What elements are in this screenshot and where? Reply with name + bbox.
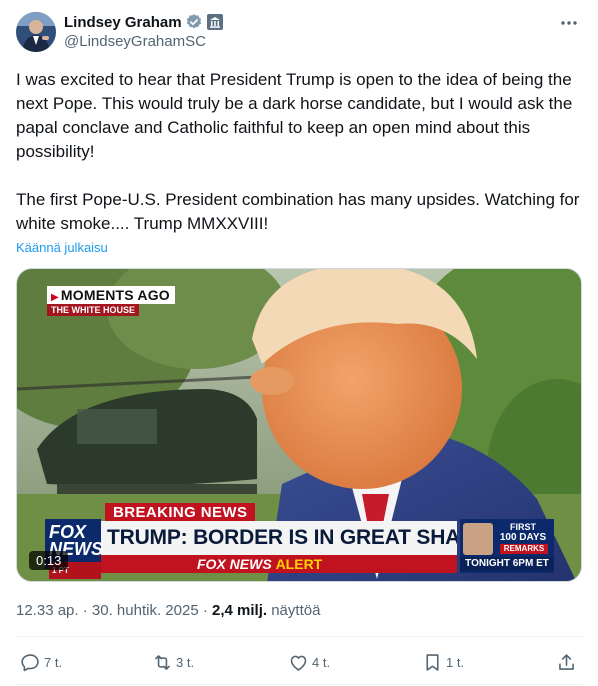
post-time[interactable]: 12.33 ap. bbox=[16, 602, 79, 619]
promo-remarks-label: REMARKS bbox=[500, 544, 548, 554]
reply-count: 7 t. bbox=[44, 654, 63, 670]
promo-portrait bbox=[463, 523, 493, 555]
more-options-button[interactable] bbox=[556, 12, 582, 34]
bookmark-icon bbox=[426, 653, 439, 671]
bookmark-count: 1 t. bbox=[446, 654, 465, 670]
chyron-headline: TRUMP: BORDER IS IN GREAT SHAPE bbox=[101, 521, 457, 555]
promo-first-label: FIRST bbox=[510, 522, 536, 532]
more-dots-icon bbox=[561, 21, 577, 25]
share-button[interactable] bbox=[556, 648, 577, 676]
video-player[interactable]: ▶ MOMENTS AGO THE WHITE HOUSE BREAKING NE… bbox=[16, 268, 582, 582]
reply-icon bbox=[21, 653, 39, 671]
first-100-days-promo: FIRST 100 DAYS REMARKS TONIGHT 6PM ET bbox=[460, 519, 554, 573]
repost-button[interactable]: 3 t. bbox=[152, 648, 194, 676]
divider bbox=[16, 684, 582, 685]
author-names: Lindsey Graham @LindseyGrahamSC bbox=[64, 12, 223, 54]
tweet: Lindsey Graham @LindseyGrahamSC I was ex… bbox=[0, 0, 598, 686]
promo-days-label: 100 DAYS bbox=[499, 532, 547, 543]
video-duration: 0:13 bbox=[29, 551, 69, 570]
tweet-text: I was excited to hear that President Tru… bbox=[16, 68, 586, 236]
repost-icon bbox=[155, 654, 170, 670]
like-count: 4 t. bbox=[312, 654, 331, 670]
share-icon bbox=[559, 653, 574, 670]
tweet-header: Lindsey Graham @LindseyGrahamSC bbox=[16, 12, 582, 54]
like-button[interactable]: 4 t. bbox=[288, 648, 330, 676]
author-handle[interactable]: @LindseyGrahamSC bbox=[64, 32, 223, 52]
divider bbox=[16, 636, 582, 637]
translate-post-link[interactable]: Käännä julkaisu bbox=[16, 240, 108, 255]
views-count: 2,4 milj. bbox=[212, 602, 268, 619]
fox-news-alert-bar: FOX NEWS ALERT bbox=[101, 555, 457, 573]
location-label: THE WHITE HOUSE bbox=[47, 304, 140, 316]
government-building-icon[interactable] bbox=[206, 14, 223, 30]
repost-count: 3 t. bbox=[176, 654, 195, 670]
avatar[interactable] bbox=[16, 12, 56, 52]
moments-ago-label: ▶ MOMENTS AGO bbox=[47, 286, 175, 304]
verified-badge-icon[interactable] bbox=[185, 13, 203, 31]
promo-time-label: TONIGHT 6PM ET bbox=[460, 557, 554, 571]
author-display-name[interactable]: Lindsey Graham bbox=[64, 14, 182, 31]
tweet-actions: 7 t. 3 t. 4 t. 1 t. bbox=[16, 648, 582, 676]
meta-separator: · bbox=[82, 602, 88, 619]
views-label: näyttöä bbox=[271, 602, 321, 619]
tweet-paragraph: I was excited to hear that President Tru… bbox=[16, 70, 573, 161]
reply-button[interactable]: 7 t. bbox=[20, 648, 62, 676]
heart-icon bbox=[290, 655, 307, 671]
breaking-news-label: BREAKING NEWS bbox=[105, 503, 256, 522]
meta-separator: · bbox=[202, 602, 208, 619]
tweet-meta: 12.33 ap. · 30. huhtik. 2025 · 2,4 milj.… bbox=[16, 602, 320, 619]
post-date[interactable]: 30. huhtik. 2025 bbox=[92, 602, 199, 619]
tweet-paragraph: The first Pope-U.S. President combinatio… bbox=[16, 190, 580, 233]
bookmark-button[interactable]: 1 t. bbox=[422, 648, 464, 676]
